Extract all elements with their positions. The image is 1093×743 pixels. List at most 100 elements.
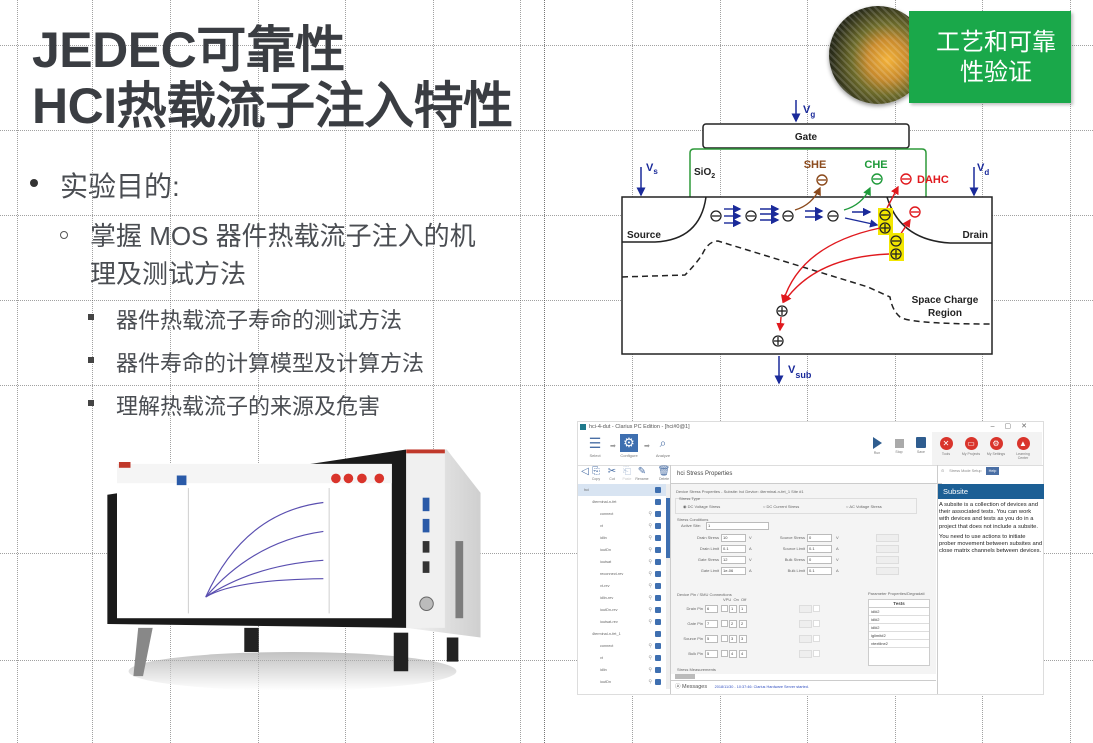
checkbox[interactable] bbox=[655, 643, 661, 649]
delete-button[interactable]: 🗑 Delete bbox=[657, 466, 671, 481]
checkbox[interactable] bbox=[655, 511, 661, 517]
checkbox[interactable] bbox=[655, 487, 661, 493]
workflow-configure[interactable]: ⚙ Configure bbox=[620, 434, 638, 458]
help-title: Subsite bbox=[938, 484, 1044, 499]
vpu-checkbox[interactable] bbox=[721, 605, 728, 612]
smu-on-input[interactable]: 2 bbox=[729, 620, 737, 628]
badge-label: 工艺和可靠 性验证 bbox=[909, 11, 1071, 103]
stress-type-dc-current[interactable]: ○ DC Current Stress bbox=[763, 504, 799, 509]
vpu-checkbox[interactable] bbox=[721, 650, 728, 657]
tree-item[interactable]: idlin ⚲ bbox=[578, 532, 666, 544]
stress-input[interactable]: 0.1 bbox=[807, 545, 832, 553]
checkbox[interactable] bbox=[655, 571, 661, 577]
pin-input[interactable]: 5 bbox=[705, 650, 718, 658]
tree-item[interactable]: 4terminal-n-fet bbox=[578, 496, 666, 508]
messages-label[interactable]: Messages bbox=[682, 684, 707, 690]
checkbox[interactable] bbox=[655, 619, 661, 625]
checkbox[interactable] bbox=[655, 679, 661, 685]
copy-label: Copy bbox=[591, 477, 601, 481]
stress-type-ac-voltage[interactable]: ○ AC Voltage Stress bbox=[846, 504, 882, 509]
checkbox[interactable] bbox=[655, 667, 661, 673]
tree-scrollbar[interactable] bbox=[666, 484, 670, 689]
my-settings-button[interactable]: ⚙ My Settings bbox=[985, 437, 1007, 456]
tree-item[interactable]: idlin ⚲ bbox=[578, 664, 666, 676]
rename-button[interactable]: ✎ Rename bbox=[635, 466, 649, 481]
link-icon: ⚲ bbox=[648, 523, 652, 529]
stress-input[interactable]: 0.1 bbox=[807, 567, 832, 575]
cut-button[interactable]: ✂ Cut bbox=[605, 466, 619, 481]
learning-center-button[interactable]: ▲ Learning Center bbox=[1012, 437, 1034, 460]
unit-label: V bbox=[836, 535, 839, 540]
my-projects-button[interactable]: ▭ My Projects bbox=[960, 437, 982, 456]
tree-item[interactable]: ioutsat ⚲ bbox=[578, 556, 666, 568]
expand-messages-icon[interactable]: ⓐ bbox=[675, 684, 681, 690]
tree-item[interactable]: connect ⚲ bbox=[578, 508, 666, 520]
vs-label: Vs bbox=[646, 162, 658, 176]
smu-off-input[interactable]: 1 bbox=[739, 605, 747, 613]
smu-on-input[interactable]: 1 bbox=[729, 605, 737, 613]
test-row[interactable]: idl#2 bbox=[869, 624, 929, 632]
smu-off-input[interactable]: 4 bbox=[739, 650, 747, 658]
pin-input[interactable]: 7 bbox=[705, 620, 718, 628]
tree-item[interactable]: vt ⚲ bbox=[578, 652, 666, 664]
smu-on-input[interactable]: 3 bbox=[729, 635, 737, 643]
checkbox[interactable] bbox=[655, 523, 661, 529]
tree-item[interactable]: ioutDn ⚲ bbox=[578, 676, 666, 688]
stress-input[interactable]: 10 bbox=[721, 534, 746, 542]
horizontal-scrollbar[interactable] bbox=[675, 674, 695, 679]
checkbox[interactable] bbox=[655, 595, 661, 601]
test-row[interactable]: idl#2 bbox=[869, 608, 929, 616]
checkbox[interactable] bbox=[655, 559, 661, 565]
tree-item[interactable]: ioutsat-rev ⚲ bbox=[578, 616, 666, 628]
checkbox[interactable] bbox=[655, 655, 661, 661]
stress-input[interactable]: 12 bbox=[721, 556, 746, 564]
stress-measurements-label[interactable]: Stress Measurements bbox=[677, 667, 716, 672]
window-controls[interactable]: –▢✕ bbox=[991, 422, 1037, 432]
stress-input[interactable]: 0.1 bbox=[721, 545, 746, 553]
tree-item[interactable]: reconnect-rev ⚲ bbox=[578, 568, 666, 580]
checkbox[interactable] bbox=[655, 499, 661, 505]
smu-off-input[interactable]: 2 bbox=[739, 620, 747, 628]
tree-item[interactable]: connect ⚲ bbox=[578, 640, 666, 652]
workflow-select[interactable]: ☰ Select bbox=[586, 434, 604, 458]
active-site-input[interactable]: 1 bbox=[706, 522, 769, 530]
stop-button[interactable]: Stop bbox=[888, 437, 910, 454]
checkbox[interactable] bbox=[655, 583, 661, 589]
checkbox[interactable] bbox=[655, 535, 661, 541]
vpu-checkbox[interactable] bbox=[721, 620, 728, 627]
checkbox[interactable] bbox=[655, 607, 661, 613]
tab-stress-mode-setup[interactable]: Stress Mode Setup bbox=[949, 469, 981, 473]
tree-item[interactable]: vt ⚲ bbox=[578, 520, 666, 532]
run-button[interactable]: Run bbox=[866, 437, 888, 455]
chevron-right-icon[interactable]: ⊙ bbox=[941, 469, 944, 473]
pin-input[interactable]: 5 bbox=[705, 635, 718, 643]
test-row[interactable]: vtextline2 bbox=[869, 640, 929, 648]
workflow-analyze[interactable]: ⌕ Analyze bbox=[654, 434, 672, 458]
test-row[interactable]: iglimit#2 bbox=[869, 632, 929, 640]
smu-on-input[interactable]: 4 bbox=[729, 650, 737, 658]
save-button[interactable]: Save bbox=[910, 437, 932, 454]
tree-item-label: reconnect-rev bbox=[600, 572, 624, 576]
tree-item[interactable]: hci bbox=[578, 484, 666, 496]
copy-button[interactable]: ⎘ Copy bbox=[589, 466, 603, 481]
stress-input[interactable]: 1e-06 bbox=[721, 567, 746, 575]
tab-help[interactable]: Help bbox=[986, 467, 999, 475]
tree-item[interactable]: ioutDn-rev ⚲ bbox=[578, 604, 666, 616]
tree-item[interactable]: idlin-rev ⚲ bbox=[578, 592, 666, 604]
tree-item[interactable]: ioutDn ⚲ bbox=[578, 544, 666, 556]
tree-item[interactable]: vt-rev ⚲ bbox=[578, 580, 666, 592]
checkbox[interactable] bbox=[655, 631, 661, 637]
stress-input[interactable]: 0 bbox=[807, 534, 832, 542]
tree-item[interactable]: 4terminal-n-fet_1 bbox=[578, 628, 666, 640]
vpu-checkbox[interactable] bbox=[721, 635, 728, 642]
stress-input[interactable]: 0 bbox=[807, 556, 832, 564]
stress-type-dc-voltage[interactable]: ◉ DC Voltage Stress bbox=[683, 504, 720, 509]
checkbox[interactable] bbox=[655, 547, 661, 553]
tests-header: Tests bbox=[869, 600, 929, 608]
paste-button[interactable]: ⎗ Paste bbox=[620, 466, 634, 481]
smu-off-input[interactable]: 3 bbox=[739, 635, 747, 643]
scrollbar-thumb[interactable] bbox=[666, 498, 670, 558]
pin-input[interactable]: 6 bbox=[705, 605, 718, 613]
tools-button[interactable]: ✕ Tools bbox=[935, 437, 957, 456]
test-row[interactable]: idl#2 bbox=[869, 616, 929, 624]
